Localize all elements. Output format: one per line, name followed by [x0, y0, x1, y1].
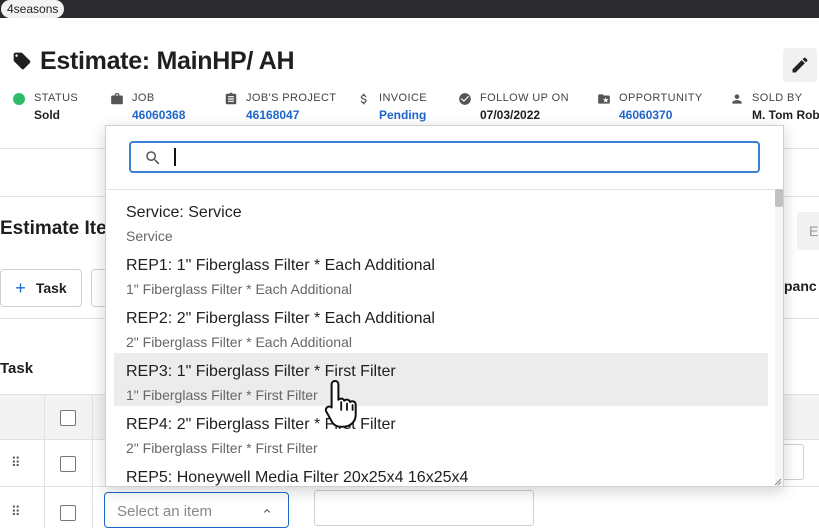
- item-dropdown: Service: Service Service REP1: 1" Fiberg…: [105, 125, 784, 487]
- green-dot-icon: [13, 93, 25, 105]
- option-item[interactable]: Service: Service Service: [114, 194, 768, 247]
- resize-handle-icon[interactable]: [772, 476, 782, 486]
- folder-star-icon: [598, 94, 610, 104]
- option-title: Service: Service: [126, 204, 242, 221]
- option-subtitle: 2" Fiberglass Filter * Each Additional: [126, 334, 352, 350]
- meta-value: M. Tom Rob: [752, 108, 819, 122]
- job-link[interactable]: 46060368: [132, 108, 185, 122]
- dropdown-scrollbar[interactable]: [775, 189, 783, 486]
- option-item-highlighted[interactable]: REP3: 1" Fiberglass Filter * First Filte…: [114, 353, 768, 406]
- option-item[interactable]: REP1: 1" Fiberglass Filter * Each Additi…: [114, 247, 768, 300]
- company-chip[interactable]: 4seasons: [1, 0, 65, 18]
- meta-label: JOB'S PROJECT: [246, 92, 337, 104]
- option-title: REP5: Honeywell Media Filter 20x25x4 16x…: [126, 469, 469, 486]
- option-item[interactable]: REP4: 2" Fiberglass Filter * First Filte…: [114, 406, 768, 459]
- person-icon: [732, 94, 742, 104]
- scrollbar-thumb[interactable]: [775, 189, 783, 207]
- briefcase-icon: [111, 93, 123, 105]
- tag-icon: [13, 52, 31, 70]
- add-task-button[interactable]: + Task: [0, 269, 82, 307]
- column-divider: [92, 394, 93, 528]
- meta-value: Sold: [34, 108, 60, 122]
- option-title: REP1: 1" Fiberglass Filter * Each Additi…: [126, 257, 435, 274]
- option-subtitle: 1" Fiberglass Filter * First Filter: [126, 387, 318, 403]
- divider: [106, 189, 783, 190]
- meta-label: SOLD BY: [752, 92, 803, 104]
- pencil-icon: [792, 57, 808, 73]
- expand-button[interactable]: panc: [784, 278, 817, 294]
- option-subtitle: 2" Fiberglass Filter * First Filter: [126, 440, 318, 456]
- add-task-label: Task: [35, 280, 67, 296]
- meta-label: FOLLOW UP ON: [480, 92, 569, 104]
- dollar-icon: [360, 93, 367, 105]
- check-circle-icon: [459, 93, 471, 105]
- edit-button[interactable]: [783, 48, 817, 82]
- invoice-link[interactable]: Pending: [379, 108, 426, 122]
- estimate-items-title: Estimate Ite: [0, 218, 107, 239]
- opportunity-link[interactable]: 46060370: [619, 108, 672, 122]
- section-right-button[interactable]: E: [797, 212, 819, 250]
- meta-label: STATUS: [34, 92, 79, 104]
- row-textarea[interactable]: [782, 444, 804, 480]
- page-header: Estimate: MainHP/ AH: [12, 44, 295, 78]
- hand-cursor-icon: [324, 380, 357, 428]
- item-search[interactable]: [129, 141, 760, 173]
- top-bar: 4seasons: [0, 0, 819, 18]
- column-divider: [44, 394, 45, 528]
- meta-label: OPPORTUNITY: [619, 92, 703, 104]
- option-subtitle: 1" Fiberglass Filter * Each Additional: [126, 281, 352, 297]
- meta-label: JOB: [132, 92, 155, 104]
- meta-value: 07/03/2022: [480, 108, 541, 122]
- item-search-input[interactable]: [173, 147, 747, 169]
- option-subtitle: Service: [126, 228, 173, 244]
- select-all-checkbox[interactable]: [60, 410, 76, 426]
- option-item[interactable]: REP5: Honeywell Media Filter 20x25x4 16x…: [114, 459, 768, 486]
- item-select-placeholder: Select an item: [117, 503, 213, 520]
- drag-handle-icon[interactable]: ⠿: [11, 504, 20, 520]
- search-icon: [146, 151, 160, 165]
- text-caret: [174, 148, 176, 166]
- drag-handle-icon[interactable]: ⠿: [11, 455, 20, 471]
- row-checkbox[interactable]: [60, 505, 76, 521]
- description-textarea[interactable]: [314, 490, 534, 526]
- clipboard-icon: [225, 92, 237, 105]
- row-checkbox[interactable]: [60, 456, 76, 472]
- page-title: Estimate: MainHP/ AH: [40, 46, 295, 75]
- meta-label: INVOICE: [379, 92, 428, 104]
- item-select[interactable]: Select an item: [104, 492, 289, 528]
- jobs-project-link[interactable]: 46168047: [246, 108, 299, 122]
- option-list: Service: Service Service REP1: 1" Fiberg…: [114, 194, 768, 486]
- option-title: REP2: 2" Fiberglass Filter * Each Additi…: [126, 310, 435, 327]
- plus-icon: +: [15, 277, 26, 298]
- chevron-up-icon: [264, 509, 270, 513]
- task-header: Task: [0, 360, 34, 377]
- option-item[interactable]: REP2: 2" Fiberglass Filter * Each Additi…: [114, 300, 768, 353]
